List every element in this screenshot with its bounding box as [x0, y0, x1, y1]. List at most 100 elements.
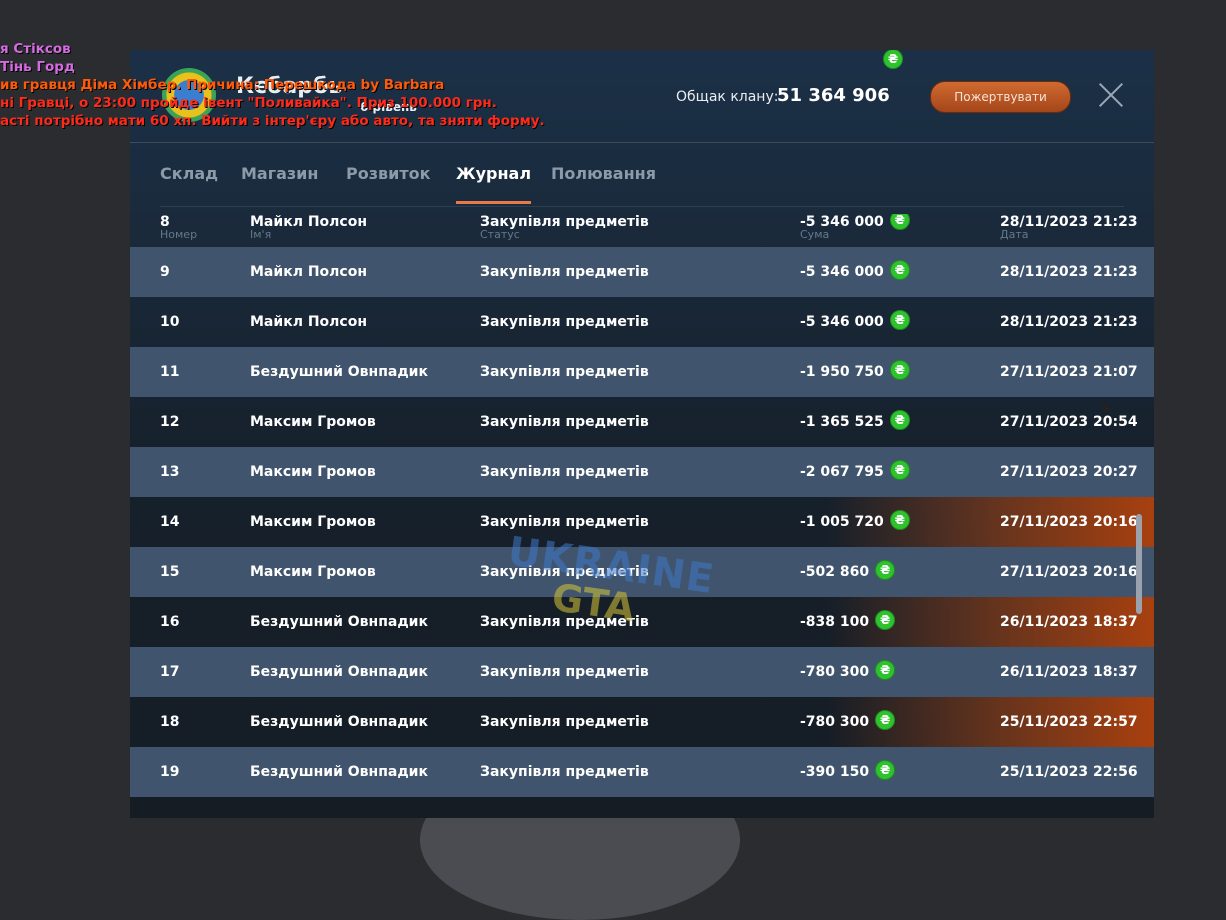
row-number: 9: [160, 264, 170, 280]
journal-table: 8 Майкл Полсон Закупівля предметів -5 346 0…: [130, 214, 1154, 818]
row-player-name: Майкл Полсон: [250, 264, 367, 280]
row-player-name: Майкл Полсон: [250, 314, 367, 330]
row-status: Закупівля предметів: [480, 464, 649, 480]
row-sum-cell: -1 950 750 ₴: [800, 347, 910, 397]
col-header-name: Ім'я: [250, 228, 272, 241]
col-header-date: Дата: [1000, 228, 1029, 241]
chat-feed: я Стіксов Тінь Горд ив гравця Діма Хімбе…: [0, 40, 545, 130]
clan-modal: Кєбарбь 6 рівень Общак клану: 51 364 906…: [130, 50, 1154, 818]
row-number: 14: [160, 514, 180, 530]
row-sum: -1 950 750: [800, 364, 884, 380]
chat-line: Тінь Горд: [0, 59, 75, 75]
row-date: 28/11/2023 21:23: [1000, 314, 1138, 330]
row-status: Закупівля предметів: [480, 264, 649, 280]
row-status: Закупівля предметів: [480, 764, 649, 780]
row-date: 28/11/2023 21:23: [1000, 264, 1138, 280]
row-sum-cell: -1 365 525 ₴: [800, 397, 910, 447]
row-sum-cell: -2 067 795 ₴: [800, 447, 910, 497]
row-player-name: Максим Громов: [250, 564, 376, 580]
hryvnia-coin-icon: ₴: [875, 660, 896, 680]
table-header: Номер Ім'я Статус Сума Дата: [130, 214, 1154, 241]
tab-bar: Склад Магазин Розвиток Журнал Полювання: [160, 154, 1124, 207]
col-header-sum: Сума: [800, 228, 830, 241]
row-date: 27/11/2023 20:27: [1000, 464, 1138, 480]
col-header-number: Номер: [160, 228, 198, 241]
row-sum: -1 365 525: [800, 414, 884, 430]
scrollbar-thumb[interactable]: [1136, 514, 1142, 614]
table-row: 13 Максим Громов Закупівля предметів -2 067…: [130, 447, 1154, 497]
row-sum: -780 300: [800, 664, 870, 680]
chat-line: я Стіксов: [0, 41, 71, 57]
row-status: Закупівля предметів: [480, 314, 649, 330]
tab-development[interactable]: Розвиток: [346, 164, 430, 204]
row-number: 18: [160, 714, 180, 730]
row-player-name: Максим Громов: [250, 414, 376, 430]
table-row: 11 Бездушний Овнпадик Закупівля предметів -…: [130, 347, 1154, 397]
clan-fund-label: Общак клану:: [676, 89, 779, 105]
tab-warehouse[interactable]: Склад: [160, 164, 218, 204]
row-date: 27/11/2023 20:54: [1000, 414, 1138, 430]
hryvnia-coin-icon: ₴: [889, 410, 910, 430]
chat-line: ив гравця Діма Хімбер. Причина: Перешкод…: [0, 77, 445, 93]
clan-fund-value: 51 364 906: [777, 85, 890, 106]
row-number: 19: [160, 764, 180, 780]
col-header-status: Статус: [480, 228, 520, 241]
row-sum: -1 005 720: [800, 514, 884, 530]
row-player-name: Бездушний Овнпадик: [250, 714, 428, 730]
hryvnia-coin-icon: ₴: [889, 310, 910, 330]
row-number: 13: [160, 464, 180, 480]
row-sum: -5 346 000: [800, 314, 884, 330]
table-row: 14 Максим Громов Закупівля предметів -1 005…: [130, 497, 1154, 547]
hryvnia-coin-icon: ₴: [883, 50, 903, 69]
row-player-name: Бездушний Овнпадик: [250, 364, 428, 380]
table-row: 9 Майкл Полсон Закупівля предметів -5 346 0…: [130, 247, 1154, 297]
tab-journal[interactable]: Журнал: [456, 164, 532, 204]
row-date: 25/11/2023 22:56: [1000, 764, 1138, 780]
hryvnia-coin-icon: ₴: [889, 360, 910, 380]
row-player-name: Бездушний Овнпадик: [250, 764, 428, 780]
hryvnia-coin-icon: ₴: [889, 510, 910, 530]
chat-line: асті потрібно мати 60 хп. Вийти з інтер'…: [0, 113, 545, 129]
tab-shop[interactable]: Магазин: [241, 164, 318, 204]
close-icon[interactable]: [1098, 82, 1124, 108]
table-row: 18 Бездушний Овнпадик Закупівля предметів -…: [130, 697, 1154, 747]
table-row: 12 Максим Громов Закупівля предметів -1 365…: [130, 397, 1154, 447]
hryvnia-coin-icon: ₴: [889, 260, 910, 280]
row-number: 17: [160, 664, 180, 680]
row-sum-cell: -1 005 720 ₴: [800, 497, 910, 547]
row-player-name: Максим Громов: [250, 514, 376, 530]
row-sum: -5 346 000: [800, 264, 884, 280]
row-player-name: Максим Громов: [250, 464, 376, 480]
row-sum-cell: -5 346 000 ₴: [800, 247, 910, 297]
table-row: 10 Майкл Полсон Закупівля предметів -5 346 …: [130, 297, 1154, 347]
hryvnia-coin-icon: ₴: [875, 610, 896, 630]
row-player-name: Бездушний Овнпадик: [250, 664, 428, 680]
hryvnia-coin-icon: ₴: [889, 460, 910, 480]
row-number: 11: [160, 364, 180, 380]
row-player-name: Бездушний Овнпадик: [250, 614, 428, 630]
row-number: 16: [160, 614, 180, 630]
row-sum: -780 300: [800, 714, 870, 730]
hryvnia-coin-icon: ₴: [875, 760, 896, 780]
row-sum: -390 150: [800, 764, 870, 780]
row-status: Закупівля предметів: [480, 364, 649, 380]
row-sum-cell: -780 300 ₴: [800, 697, 896, 747]
donate-button[interactable]: Пожертвувати: [930, 81, 1071, 113]
row-date: 26/11/2023 18:37: [1000, 664, 1138, 680]
row-status: Закупівля предметів: [480, 414, 649, 430]
row-date: 27/11/2023 20:16: [1000, 514, 1138, 530]
row-sum-cell: -780 300 ₴: [800, 647, 896, 697]
tab-hunting[interactable]: Полювання: [551, 164, 656, 204]
row-date: 27/11/2023 20:16: [1000, 564, 1138, 580]
row-sum-cell: -502 860 ₴: [800, 547, 896, 597]
row-number: 12: [160, 414, 180, 430]
row-number: 15: [160, 564, 180, 580]
row-sum: -502 860: [800, 564, 870, 580]
chat-line: ні Гравці, о 23:00 пройде івент "Поливай…: [0, 95, 497, 111]
row-sum: -2 067 795: [800, 464, 884, 480]
hryvnia-coin-icon: ₴: [875, 560, 896, 580]
row-sum-cell: -390 150 ₴: [800, 747, 896, 797]
row-sum-cell: -838 100 ₴: [800, 597, 896, 647]
row-number: 10: [160, 314, 180, 330]
journal-rows: 8 Майкл Полсон Закупівля предметів -5 346 0…: [130, 214, 1154, 797]
